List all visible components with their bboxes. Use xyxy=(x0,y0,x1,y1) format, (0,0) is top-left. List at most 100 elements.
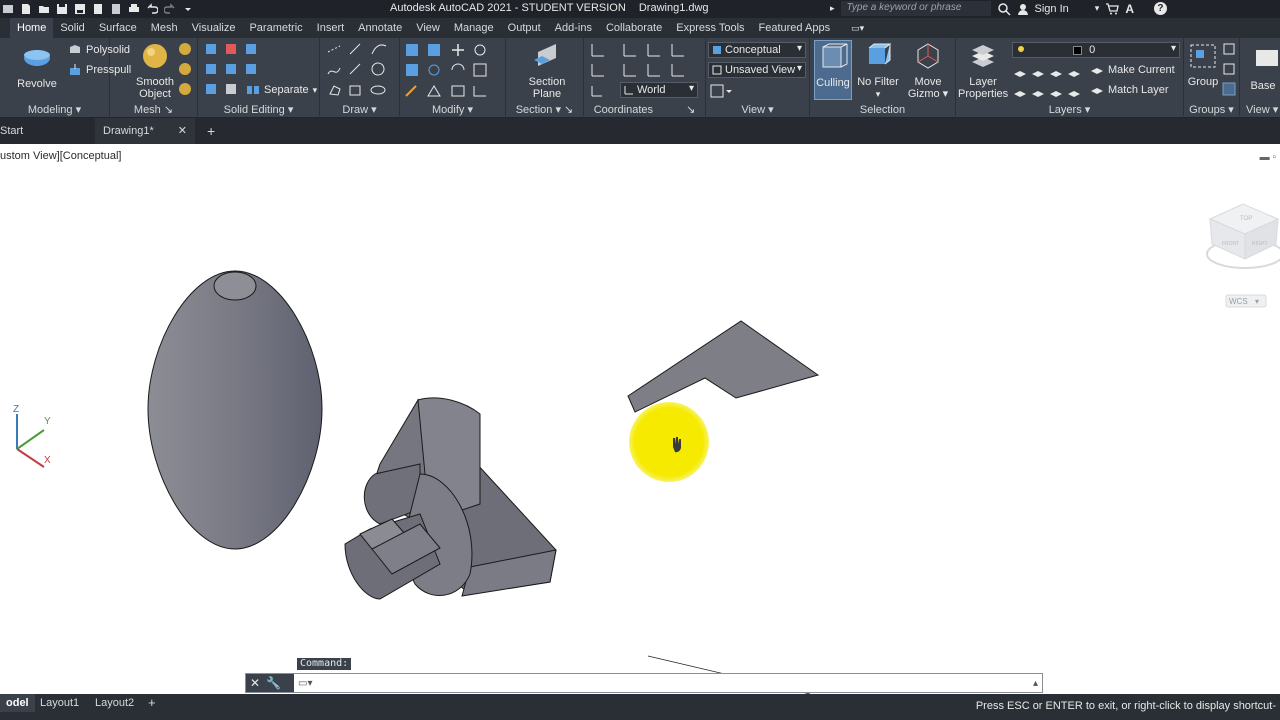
modify-tools-icon[interactable] xyxy=(404,42,504,100)
command-history-expand-icon[interactable]: ▴ xyxy=(1033,678,1042,689)
mesh-smooth-more-icon[interactable] xyxy=(178,42,192,56)
panel-title-layers[interactable]: Layers ▾ xyxy=(956,103,1183,116)
layer-dropdown[interactable]: 0 xyxy=(1012,42,1180,58)
panel-title-view-base[interactable]: View ▾ xyxy=(1240,103,1280,116)
help-icon[interactable]: ? xyxy=(1153,2,1167,15)
tab-annotate[interactable]: Annotate xyxy=(351,18,409,38)
qat-dropdown-icon[interactable] xyxy=(182,3,194,15)
draw-tools-icon[interactable] xyxy=(326,42,396,100)
tab-collaborate[interactable]: Collaborate xyxy=(599,18,669,38)
autodesk-a-icon[interactable]: A xyxy=(1125,2,1134,16)
group-selection-icon[interactable] xyxy=(1222,82,1236,96)
match-layer-button[interactable]: Match Layer xyxy=(1090,82,1169,98)
command-prompt-icon[interactable]: ▭▾ xyxy=(294,678,312,689)
command-customize-icon[interactable]: 🔧 xyxy=(266,676,281,690)
move-gizmo-button[interactable]: Move Gizmo ▾ xyxy=(906,42,950,100)
mesh-refine-icon[interactable] xyxy=(178,82,192,96)
group-button[interactable]: Group xyxy=(1186,42,1220,88)
extrude-faces-icon[interactable] xyxy=(204,62,218,76)
ucs-world-dropdown[interactable]: World xyxy=(620,82,698,98)
viewcube[interactable]: TOP FRONT RIGHT xyxy=(1206,203,1280,269)
sign-in-button[interactable]: Sign In xyxy=(1035,3,1069,15)
add-layout-button[interactable]: + xyxy=(148,694,156,712)
cart-icon[interactable] xyxy=(1105,2,1120,15)
no-filter-button[interactable]: No Filter ▾ xyxy=(856,42,900,100)
ucs-icon[interactable] xyxy=(590,84,604,98)
layer-tools-icon[interactable] xyxy=(1012,64,1090,100)
sign-in-dropdown-icon[interactable]: ▾ xyxy=(1095,3,1100,14)
save-as-icon[interactable] xyxy=(74,3,86,15)
layout1-tab[interactable]: Layout1 xyxy=(40,694,79,712)
redo-icon[interactable] xyxy=(164,3,176,15)
tab-manage[interactable]: Manage xyxy=(447,18,501,38)
revolve-button[interactable]: Revolve xyxy=(14,44,60,90)
ucs-axis-icon[interactable]: Z Y X xyxy=(13,404,51,468)
planar-region[interactable] xyxy=(627,320,820,413)
tab-add-ins[interactable]: Add-ins xyxy=(548,18,599,38)
drawing-tab[interactable]: Drawing1* ✕ xyxy=(95,118,195,144)
panel-title-view[interactable]: View ▾ xyxy=(706,103,809,116)
section-plane-button[interactable]: Section Plane xyxy=(522,42,572,100)
slice-icon[interactable] xyxy=(244,62,258,76)
close-tab-icon[interactable]: ✕ xyxy=(178,118,187,144)
make-current-button[interactable]: Make Current xyxy=(1090,62,1175,78)
tab-surface[interactable]: Surface xyxy=(92,18,144,38)
intersect-icon[interactable] xyxy=(244,42,258,56)
tab-visualize[interactable]: Visualize xyxy=(185,18,243,38)
open-web-icon[interactable] xyxy=(92,3,104,15)
culling-button[interactable]: Culling xyxy=(814,40,852,100)
panel-title-coordinates[interactable]: Coordinates ↘ xyxy=(584,103,705,116)
panel-title-selection[interactable]: Selection xyxy=(810,104,955,116)
search-icon[interactable] xyxy=(997,2,1011,16)
start-tab[interactable]: Start xyxy=(0,118,23,144)
tab-solid[interactable]: Solid xyxy=(53,18,91,38)
tab-express-tools[interactable]: Express Tools xyxy=(669,18,751,38)
tab-view[interactable]: View xyxy=(409,18,447,38)
wcs-menu[interactable]: WCS ▾ xyxy=(1225,294,1267,308)
search-input[interactable]: Type a keyword or phrase xyxy=(840,1,991,16)
named-view-dropdown[interactable]: Unsaved View xyxy=(708,62,806,78)
new-tab-button[interactable]: + xyxy=(207,118,215,144)
imprint-icon[interactable] xyxy=(224,82,238,96)
tab-output[interactable]: Output xyxy=(501,18,548,38)
tab-home[interactable]: Home xyxy=(10,18,54,38)
tab-parametric[interactable]: Parametric xyxy=(242,18,309,38)
panel-title-draw[interactable]: Draw ▾ xyxy=(320,103,399,116)
shell-icon[interactable] xyxy=(204,82,218,96)
fillet-edge-icon[interactable] xyxy=(224,62,238,76)
base-view-button[interactable]: Base xyxy=(1246,46,1280,92)
new-file-icon[interactable] xyxy=(20,3,32,15)
viewport-config-icon[interactable] xyxy=(710,84,734,98)
open-file-icon[interactable] xyxy=(38,3,50,15)
plot-icon[interactable] xyxy=(128,3,140,15)
save-web-icon[interactable] xyxy=(110,3,122,15)
command-input[interactable] xyxy=(312,674,1033,692)
union-icon[interactable] xyxy=(204,42,218,56)
app-menu-icon[interactable] xyxy=(2,3,14,15)
command-close-icon[interactable]: ✕ xyxy=(250,676,260,690)
smooth-object-button[interactable]: Smooth Object xyxy=(132,42,178,100)
visual-style-dropdown[interactable]: Conceptual xyxy=(708,42,806,58)
panel-title-mesh[interactable]: Mesh ↘ xyxy=(110,103,197,116)
ribbon-options-icon[interactable]: ▭▾ xyxy=(851,23,871,33)
panel-title-groups[interactable]: Groups ▾ xyxy=(1184,103,1239,116)
subtract-icon[interactable] xyxy=(224,42,238,56)
ucs-tools-icon[interactable] xyxy=(588,42,700,80)
drawing-viewport[interactable]: ustom View][Conceptual] ▬ ▫ Z Y X TOP FR… xyxy=(0,144,1280,694)
complex-solid[interactable] xyxy=(344,397,557,600)
panel-title-section[interactable]: Section ▾ ↘ xyxy=(506,103,583,116)
layer-properties-button[interactable]: Layer Properties xyxy=(958,42,1008,100)
ungroup-icon[interactable] xyxy=(1222,42,1236,56)
save-icon[interactable] xyxy=(56,3,68,15)
mesh-smooth-less-icon[interactable] xyxy=(178,62,192,76)
model-tab[interactable]: odel xyxy=(0,694,35,712)
tab-mesh[interactable]: Mesh xyxy=(144,18,185,38)
panel-title-modify[interactable]: Modify ▾ xyxy=(400,103,505,116)
egg-solid[interactable] xyxy=(147,270,323,550)
panel-title-solid-editing[interactable]: Solid Editing ▾ xyxy=(198,103,319,116)
separate-button[interactable]: Separate ▾ xyxy=(246,82,317,98)
tab-insert[interactable]: Insert xyxy=(310,18,352,38)
tab-featured-apps[interactable]: Featured Apps xyxy=(752,18,838,38)
undo-icon[interactable] xyxy=(146,3,158,15)
panel-title-modeling[interactable]: Modeling ▾ xyxy=(0,103,109,116)
